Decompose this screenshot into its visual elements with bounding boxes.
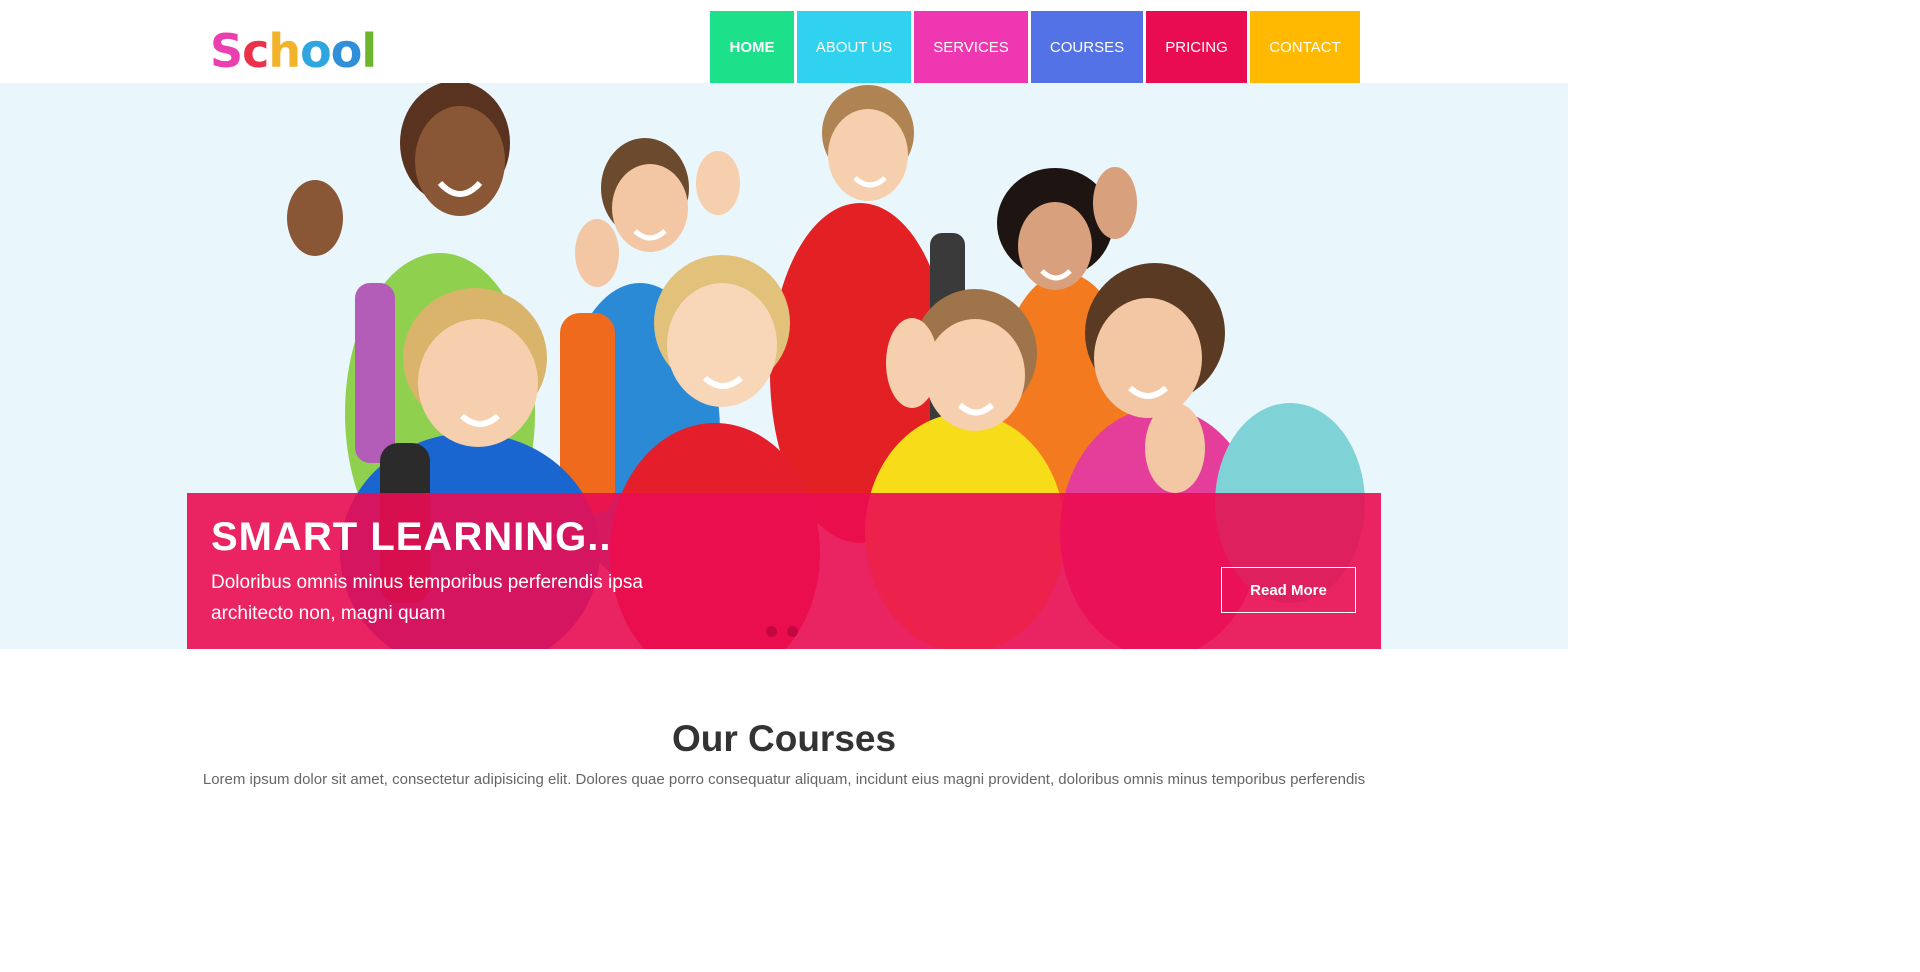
nav-contact[interactable]: CONTACT: [1250, 11, 1360, 83]
slider-dot[interactable]: [787, 626, 798, 637]
slider-dots: [766, 626, 798, 637]
hero-slider: SMART LEARNING.. Doloribus omnis minus t…: [0, 83, 1568, 649]
school-logo[interactable]: S c h o o l: [210, 24, 377, 78]
logo-letter: h: [268, 24, 301, 78]
nav-pricing[interactable]: PRICING: [1146, 11, 1247, 83]
read-more-button[interactable]: Read More: [1221, 567, 1356, 613]
main-nav: HOME ABOUT US SERVICES COURSES PRICING C…: [710, 11, 1360, 83]
slider-dot[interactable]: [766, 626, 777, 637]
logo-letter: l: [361, 24, 377, 78]
logo-letter: c: [242, 24, 269, 78]
courses-intro: Lorem ipsum dolor sit amet, consectetur …: [202, 771, 1366, 788]
nav-about-us[interactable]: ABOUT US: [797, 11, 911, 83]
logo-letter: o: [330, 24, 363, 78]
logo-letter: S: [210, 24, 243, 78]
slide-description: Doloribus omnis minus temporibus perfere…: [211, 572, 643, 624]
nav-home[interactable]: HOME: [710, 11, 794, 83]
site-header: S c h o o l HOME ABOUT US SERVICES COURS…: [0, 0, 1568, 83]
logo-letter: o: [300, 24, 332, 78]
nav-services[interactable]: SERVICES: [914, 11, 1028, 83]
nav-courses[interactable]: COURSES: [1031, 11, 1143, 83]
courses-heading: Our Courses: [671, 718, 897, 759]
slide-title: SMART LEARNING..: [211, 515, 612, 559]
slide-caption: SMART LEARNING.. Doloribus omnis minus t…: [187, 493, 1381, 649]
